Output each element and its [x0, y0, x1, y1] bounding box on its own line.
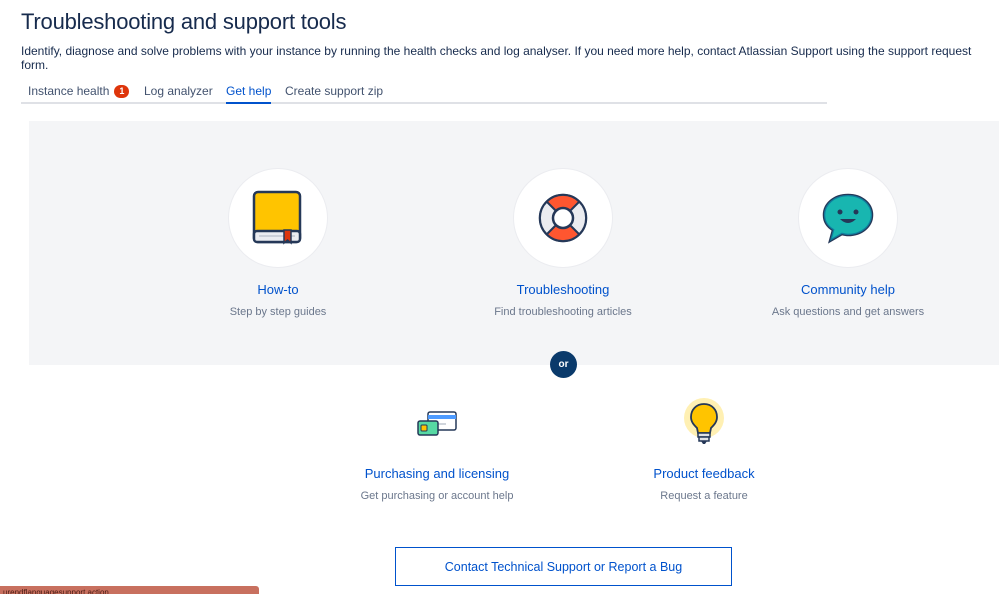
troubleshooting-subtitle: Find troubleshooting articles	[494, 306, 632, 318]
how-to-icon-circle	[228, 168, 328, 268]
book-icon	[252, 190, 302, 245]
tab-label: Log analyzer	[144, 84, 213, 98]
tab-create-support-zip[interactable]: Create support zip	[285, 84, 383, 104]
browser-status-url: urendflanguagesupport.action	[0, 586, 259, 594]
how-to-subtitle: Step by step guides	[229, 306, 327, 318]
tab-label: Create support zip	[285, 84, 384, 98]
community-help-card[interactable]: Community help Ask questions and get ans…	[728, 168, 968, 318]
purchasing-licensing-link[interactable]: Purchasing and licensing	[317, 466, 557, 481]
product-feedback-card[interactable]: Product feedback Request a feature	[584, 396, 824, 502]
contact-support-button[interactable]: Contact Technical Support or Report a Bu…	[395, 547, 732, 586]
troubleshooting-link[interactable]: Troubleshooting	[443, 282, 683, 297]
lifebuoy-icon	[538, 193, 588, 243]
or-divider-badge: or	[550, 351, 577, 378]
page-description: Identify, diagnose and solve problems wi…	[21, 44, 972, 72]
troubleshooting-card[interactable]: Troubleshooting Find troubleshooting art…	[443, 168, 683, 318]
tab-bar: Instance health 1 Log analyzer Get help C…	[21, 84, 827, 104]
purchasing-licensing-card[interactable]: Purchasing and licensing Get purchasing …	[317, 396, 557, 502]
community-help-link[interactable]: Community help	[728, 282, 968, 297]
page-title: Troubleshooting and support tools	[21, 9, 347, 34]
tab-log-analyzer[interactable]: Log analyzer	[144, 84, 213, 104]
how-to-link[interactable]: How-to	[158, 282, 398, 297]
purchasing-icon-wrap	[317, 396, 557, 452]
chat-bubble-icon	[822, 193, 874, 244]
purchasing-licensing-subtitle: Get purchasing or account help	[360, 490, 514, 502]
troubleshooting-icon-circle	[513, 168, 613, 268]
tab-get-help[interactable]: Get help	[226, 84, 272, 104]
tab-label: Get help	[226, 84, 272, 98]
alert-count-badge: 1	[114, 85, 130, 98]
lightbulb-icon	[684, 398, 724, 444]
tab-instance-health[interactable]: Instance health 1	[28, 84, 130, 104]
community-help-subtitle: Ask questions and get answers	[771, 306, 925, 318]
tab-label: Instance health	[28, 84, 110, 98]
community-help-icon-circle	[798, 168, 898, 268]
product-feedback-link[interactable]: Product feedback	[584, 466, 824, 481]
product-feedback-subtitle: Request a feature	[660, 490, 748, 502]
feedback-icon-wrap	[584, 396, 824, 452]
how-to-card[interactable]: How-to Step by step guides	[158, 168, 398, 318]
payment-cards-icon	[417, 411, 457, 436]
